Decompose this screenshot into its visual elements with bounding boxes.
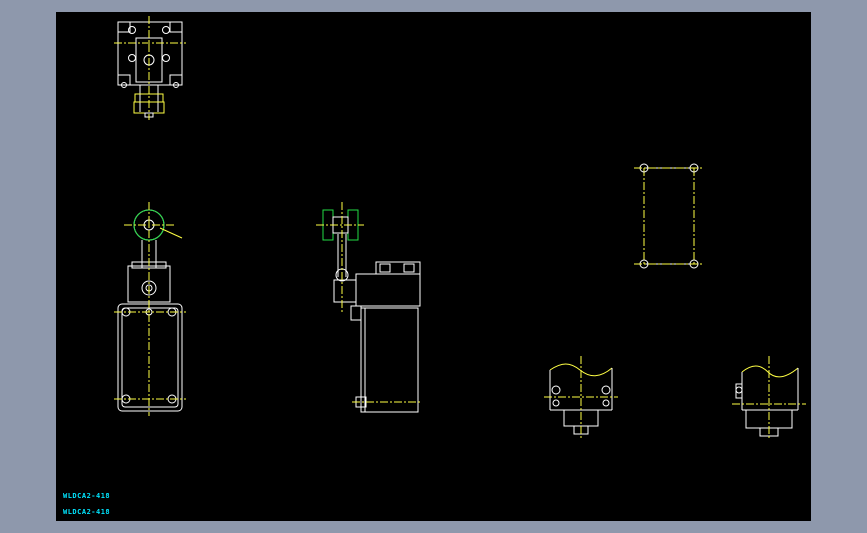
side-view[interactable] (316, 202, 422, 413)
hole-pattern[interactable] (634, 163, 704, 269)
drawing-canvas[interactable]: WLDCA2-418 WLDCA2-418 (56, 12, 811, 521)
drawing-label-2: WLDCA2-418 (63, 508, 111, 516)
base-detail-1[interactable] (544, 356, 618, 438)
base-detail-2[interactable] (732, 356, 806, 440)
cad-drawing (114, 16, 806, 440)
front-view[interactable] (114, 202, 186, 416)
drawing-label-1: WLDCA2-418 (63, 492, 111, 500)
top-view[interactable] (114, 16, 186, 120)
